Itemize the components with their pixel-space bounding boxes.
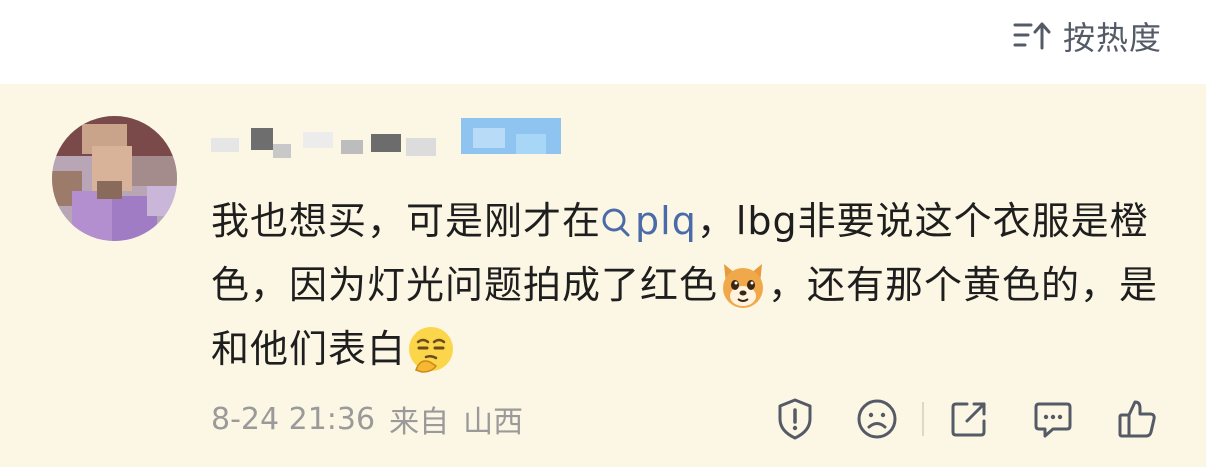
frown-icon[interactable] [854,396,900,442]
topic-link[interactable]: plq [601,199,697,243]
top-bar: 按热度 [0,0,1206,84]
from-label: 来自 [389,405,450,440]
search-icon [602,208,630,237]
comment-text-part1: 我也想买，可是刚才在 [211,199,602,243]
dog-emoji-icon [718,260,768,310]
comment-icon[interactable] [1030,396,1076,442]
sort-by-heat-button[interactable]: 按热度 [1013,14,1162,58]
comment-text: 我也想买，可是刚才在 plq，lbg非要说这个衣服是橙色，因为灯光问题拍成了红色，… [211,189,1171,381]
username-redacted[interactable] [211,118,571,158]
action-bar [772,394,1160,444]
thinking-emoji-icon [406,324,456,374]
divider [922,402,924,436]
comment-card: 我也想买，可是刚才在 plq，lbg非要说这个衣服是橙色，因为灯光问题拍成了红色，… [0,84,1206,467]
topic-text: plq [635,199,697,243]
thumbs-up-icon[interactable] [1114,396,1160,442]
avatar[interactable] [52,116,177,241]
location: 山西 [463,405,524,440]
comment-meta: 8-24 21:36 来自 山西 [211,397,523,441]
share-icon[interactable] [946,396,992,442]
report-icon[interactable] [772,396,818,442]
comment-date: 8-24 21:36 [211,401,376,437]
sort-label: 按热度 [1062,19,1162,57]
sort-icon [1013,21,1053,51]
